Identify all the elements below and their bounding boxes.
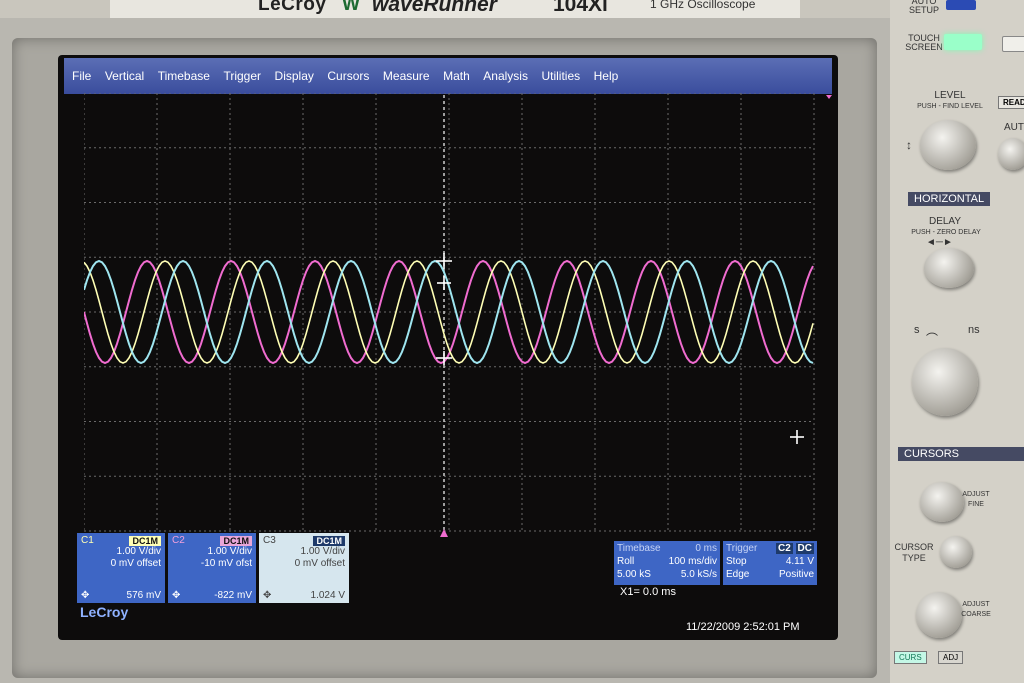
cursor-x1-readout: X1= 0.0 ms [620,586,676,598]
delay-label: DELAY [928,216,962,227]
delay-knob[interactable] [924,248,974,288]
timestamp: 11/22/2009 2:52:01 PM [686,621,800,633]
c2-move-icon: ✥ [172,590,181,601]
trigger-level-marker [826,95,832,99]
brand-logo: LeCroy [258,0,327,15]
trigger-coupling: DC [795,543,814,554]
trigger-slope: Positive [778,569,814,580]
menu-file[interactable]: File [72,69,91,83]
touch-screen-button[interactable] [944,34,982,50]
trigger-position-marker [440,529,448,537]
ready-indicator: READY [998,96,1024,109]
menu-trigger[interactable]: Trigger [223,69,261,83]
timebase-title: Timebase [617,543,661,554]
trigger-source: C2 [775,543,793,554]
cursor-type-label: CURSOR TYPE [894,542,934,563]
trigger-level-hint: PUSH - FIND LEVEL [917,103,983,110]
c2-vdiv: 1.00 V/div [207,546,252,557]
cursors-section-title: CURSORS [898,447,1024,461]
timebase-samples: 5.00 kS [617,569,651,580]
menu-display[interactable]: Display [275,69,314,83]
panel-button-right[interactable] [1002,36,1024,52]
series-name: waveRunner [372,0,497,16]
trigger-level-label: LEVEL [934,90,966,101]
time-ns-label: ns [968,324,980,336]
c3-offset: 0 mV offset [294,558,345,569]
menu-measure[interactable]: Measure [383,69,430,83]
scope-screen[interactable]: File Vertical Timebase Trigger Display C… [58,55,838,640]
auto-setup-label: AUTO SETUP [908,0,939,15]
menu-utilities[interactable]: Utilities [541,69,580,83]
auto-trigger-button[interactable] [998,138,1024,170]
c1-reading: 576 mV [126,590,161,601]
screen-lecroy-logo: LeCroy [80,604,129,620]
model-subtitle: 1 GHz Oscilloscope [650,0,756,11]
adjust-coarse-label: ADJUST COARSE [961,601,991,618]
delay-hint: PUSH - ZERO DELAY [911,229,981,236]
channel-c3-descriptor[interactable]: C3 DC1M 1.00 V/div 0 mV offset ✥ 1.024 V [259,533,349,603]
timebase-knob[interactable] [912,348,978,416]
bezel-top-strip: LeCroy W waveRunner 104Xi 1 GHz Oscillos… [110,0,800,20]
trigger-descriptor[interactable]: Trigger C2 DC Stop 4.11 V Edge Positive [723,541,817,585]
c2-reading: -822 mV [214,590,252,601]
c1-coupling-chip: DC1M [129,535,161,546]
c3-reading: 1.024 V [310,590,345,601]
horizontal-section-title: HORIZONTAL [908,192,991,206]
timebase-tdiv: 100 ms/div [668,556,717,567]
timebase-descriptor[interactable]: Timebase 0 ms Roll 100 ms/div 5.00 kS 5.0 k… [614,541,720,585]
c1-name: C1 [81,535,94,546]
c2-coupling-chip: DC1M [220,535,252,546]
model-number: 104Xi [553,0,608,16]
timebase-mode: Roll [617,556,635,567]
c2-offset: -10 mV ofst [200,558,252,569]
trigger-type: Edge [726,569,750,580]
menu-analysis[interactable]: Analysis [483,69,528,83]
timebase-arc-arrow-icon: ⌒ [926,332,939,346]
trigger-state: Stop [726,556,747,567]
trigger-level-knob[interactable] [920,120,976,170]
waverunner-w-icon: W [342,0,360,15]
menu-timebase[interactable]: Timebase [158,69,210,83]
timebase-rate: 5.0 kS/s [680,569,717,580]
curs-button[interactable]: CURS [894,651,927,664]
cursor-type-button[interactable] [940,536,972,568]
menu-help[interactable]: Help [594,69,619,83]
c3-vdiv: 1.00 V/div [300,546,345,557]
c1-move-icon: ✥ [81,590,90,601]
menu-math[interactable]: Math [443,69,470,83]
c3-name: C3 [263,535,276,546]
auto-label: AUTO [1004,122,1024,133]
c1-vdiv: 1.00 V/div [116,546,161,557]
adjust-fine-label: ADJUST FINE [962,491,990,508]
trigger-level: 4.11 V [785,556,814,567]
time-s-label: s [914,324,920,336]
auto-setup-button[interactable] [946,0,976,10]
channel-c1-descriptor[interactable]: C1 DC1M 1.00 V/div 0 mV offset ✥ 576 mV [77,533,165,603]
waveform-grid[interactable]: C3 [84,93,838,593]
trigger-title: Trigger [726,543,758,554]
menu-vertical[interactable]: Vertical [105,69,144,83]
touch-screen-label: TOUCH SCREEN [905,33,943,52]
c3-coupling-chip: DC1M [313,535,345,546]
channel-c2-descriptor[interactable]: C2 DC1M 1.00 V/div -10 mV ofst ✥ -822 mV [168,533,256,603]
adj-button[interactable]: ADJ [938,651,964,664]
c2-name: C2 [172,535,185,546]
c1-offset: 0 mV offset [110,558,161,569]
timebase-delay: 0 ms [695,543,717,554]
c3-move-icon: ✥ [263,590,272,601]
menu-cursors[interactable]: Cursors [327,69,369,83]
menu-bar: File Vertical Timebase Trigger Display C… [64,58,832,94]
level-updown-icon: ↕ [906,138,912,152]
delay-arrows-icon: ◄─► [926,237,953,248]
front-panel-controls: AUTO SETUP TOUCH SCREEN LEVEL PUSH - FIN… [890,0,1024,683]
